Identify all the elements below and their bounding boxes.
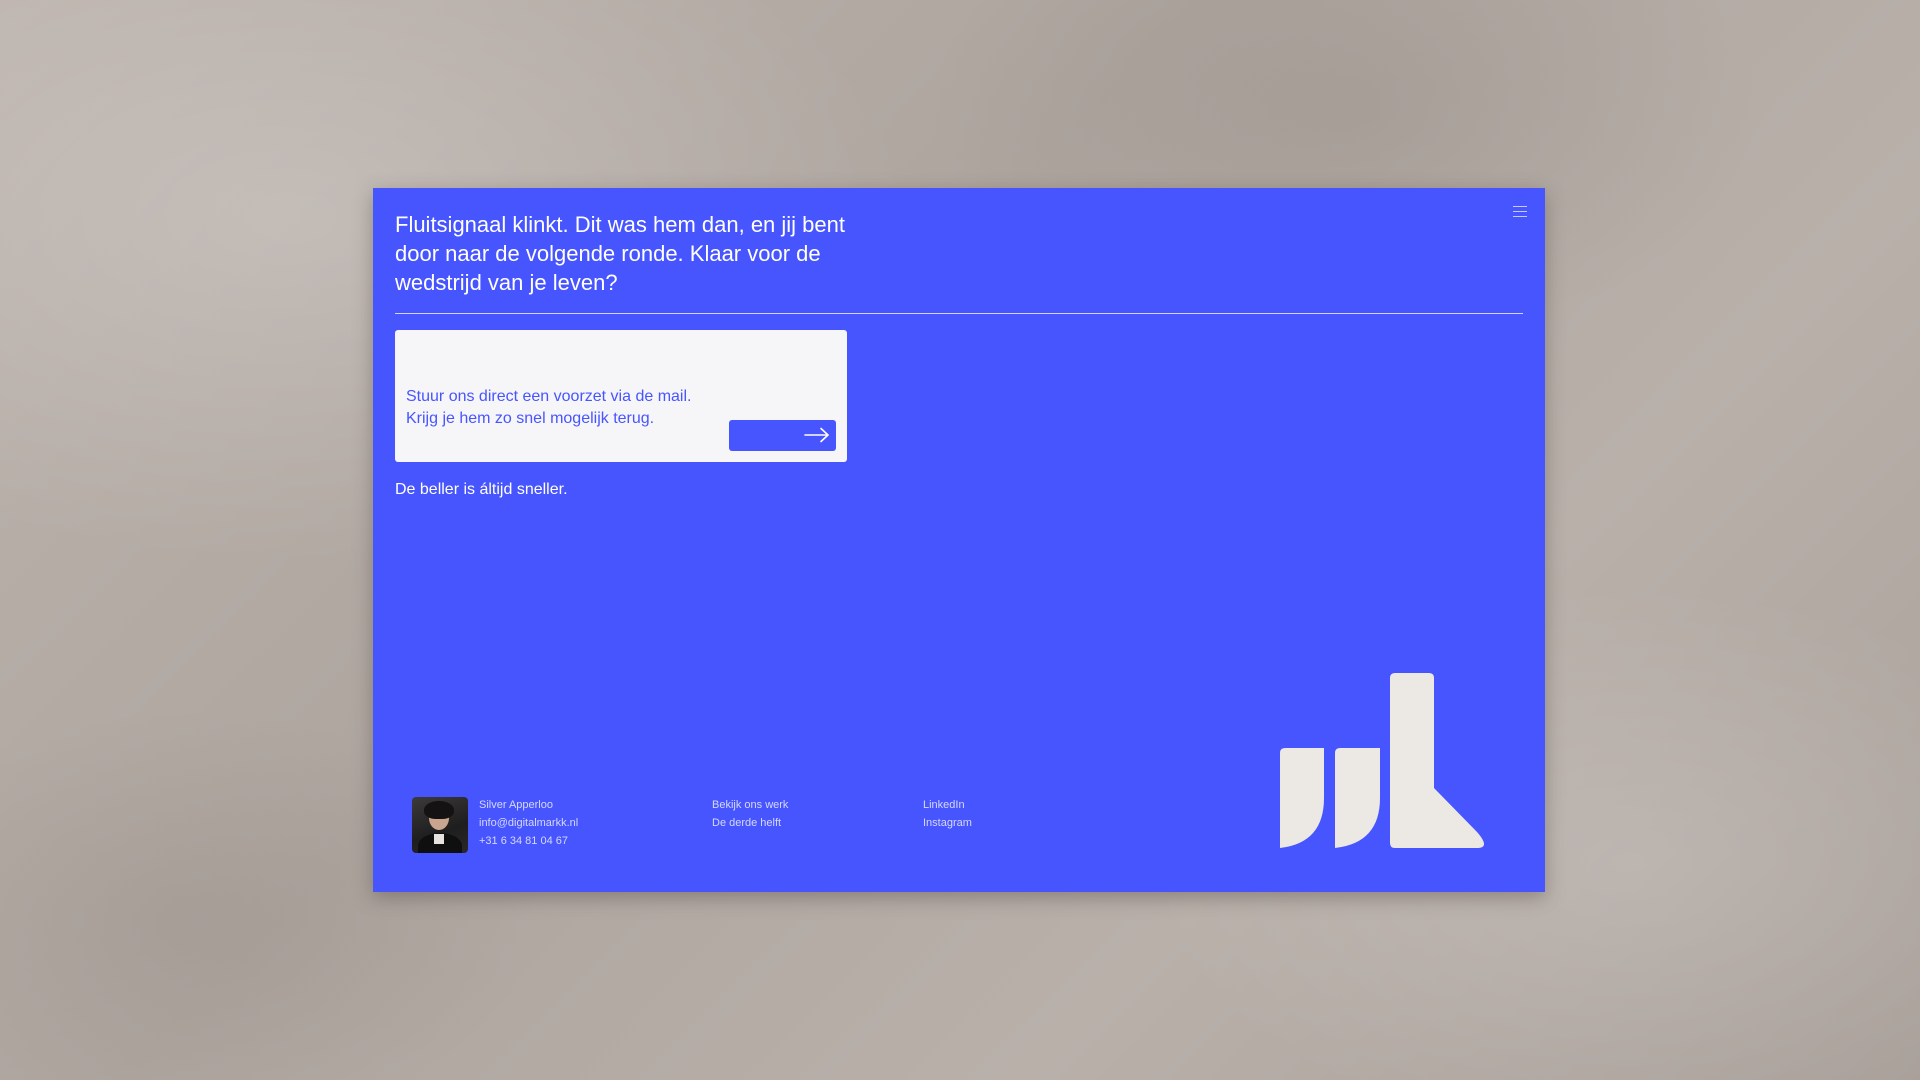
arrow-right-icon bbox=[804, 427, 829, 443]
contact-email-link[interactable]: info@digitalmarkk.nl bbox=[479, 814, 578, 832]
footer-contact: Silver Apperloo info@digitalmarkk.nl +31… bbox=[479, 796, 578, 850]
footer-link-instagram[interactable]: Instagram bbox=[923, 814, 972, 832]
footer-link-work[interactable]: Bekijk ons werk bbox=[712, 796, 788, 814]
page-headline: Fluitsignaal klinkt. Dit was hem dan, en… bbox=[395, 212, 845, 295]
contact-name: Silver Apperloo bbox=[479, 799, 553, 811]
hamburger-menu-icon[interactable] bbox=[1513, 206, 1527, 218]
footer-social-links: LinkedIn Instagram bbox=[923, 796, 972, 832]
footer-link-derde-helft[interactable]: De derde helft bbox=[712, 814, 788, 832]
contact-phone-link[interactable]: +31 6 34 81 04 67 bbox=[479, 832, 578, 850]
avatar bbox=[412, 797, 468, 853]
mail-cta-text: Stuur ons direct een voorzet via de mail… bbox=[406, 388, 692, 427]
mail-send-button[interactable] bbox=[729, 420, 836, 451]
footer-work-links: Bekijk ons werk De derde helft bbox=[712, 796, 788, 832]
divider bbox=[395, 313, 1523, 314]
mail-cta-box[interactable]: Stuur ons direct een voorzet via de mail… bbox=[395, 330, 847, 462]
footer-link-linkedin[interactable]: LinkedIn bbox=[923, 796, 972, 814]
contact-panel: Fluitsignaal klinkt. Dit was hem dan, en… bbox=[373, 188, 1545, 892]
brand-logo bbox=[1280, 673, 1484, 848]
caller-text: De beller is áltijd sneller. bbox=[395, 481, 568, 498]
